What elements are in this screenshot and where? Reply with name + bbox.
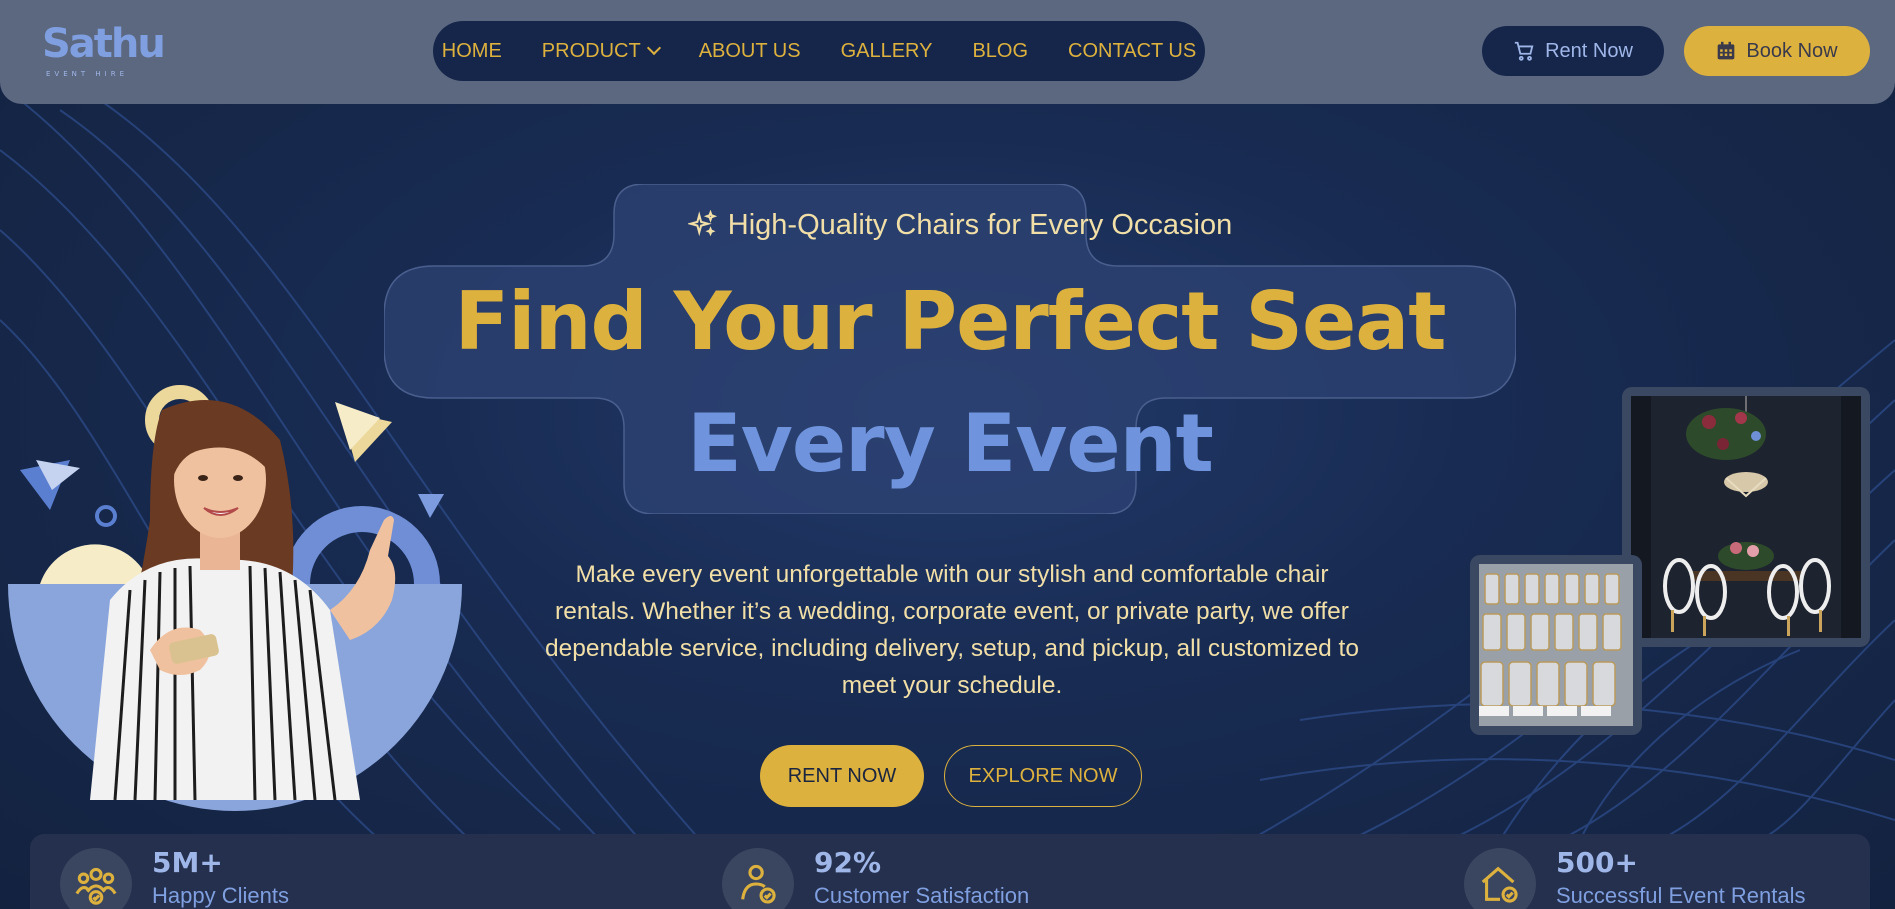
hero-explore-now-button[interactable]: EXPLORE NOW: [944, 745, 1142, 807]
stat-customer-satisfaction-label: Customer Satisfaction: [814, 883, 1030, 908]
stat-customer-satisfaction: 92% Customer Satisfaction: [722, 846, 1030, 909]
main-nav: HOME PRODUCT ABOUT US GALLERY BLOG CONTA…: [433, 21, 1205, 81]
stat-successful-rentals-value: 500+: [1556, 846, 1638, 879]
site-header: Sathu EVENT HIRE HOME PRODUCT ABOUT US G…: [0, 0, 1895, 104]
hero-headline-line2: Every Event: [687, 397, 1214, 490]
users-icon: [60, 848, 132, 909]
chevron-down-icon: [646, 40, 661, 56]
header-book-now-label: Book Now: [1746, 39, 1838, 62]
brand-logo[interactable]: Sathu EVENT HIRE: [42, 21, 166, 82]
gallery-photo-chandelier-table[interactable]: [1622, 387, 1870, 647]
nav-item-home[interactable]: HOME: [442, 40, 502, 63]
header-rent-now-button[interactable]: Rent Now: [1482, 26, 1664, 76]
cart-icon: [1514, 41, 1534, 61]
nav-item-product[interactable]: PRODUCT: [541, 39, 661, 63]
header-book-now-button[interactable]: Book Now: [1684, 26, 1870, 76]
stat-happy-clients-label: Happy Clients: [152, 883, 289, 908]
hero-headline-line1: Find Your Perfect Seat: [454, 275, 1447, 368]
stat-customer-satisfaction-value: 92%: [814, 846, 882, 879]
header-rent-now-label: Rent Now: [1545, 39, 1633, 62]
hero-woman-illustration: [8, 385, 462, 811]
hero-tagline-text: High-Quality Chairs for Every Occasion: [727, 208, 1233, 241]
stat-happy-clients: 5M+ Happy Clients: [60, 846, 289, 909]
hero-rent-now-button[interactable]: RENT NOW: [760, 745, 924, 807]
brand-logo-mark: Sathu: [42, 21, 166, 67]
hero-description: Make every event unforgettable with our …: [545, 561, 1359, 699]
nav-item-product-label: PRODUCT: [541, 39, 641, 62]
stats-bar: 5M+ Happy Clients 92% Customer Satisfact…: [30, 834, 1870, 909]
calendar-icon: [1718, 41, 1735, 60]
photo-chair-rows-image: [1479, 564, 1633, 726]
nav-item-blog[interactable]: BLOG: [972, 40, 1028, 63]
stat-successful-rentals: 500+ Successful Event Rentals: [1464, 846, 1806, 909]
nav-item-gallery[interactable]: GALLERY: [841, 40, 933, 63]
stat-successful-rentals-label: Successful Event Rentals: [1556, 883, 1806, 908]
brand-logo-tagline: EVENT HIRE: [46, 70, 128, 78]
nav-item-about-us[interactable]: ABOUT US: [699, 40, 801, 63]
gallery-photo-chair-rows[interactable]: [1470, 555, 1642, 735]
photo-chandelier-table-image: [1631, 396, 1861, 638]
home-check-icon: [1464, 848, 1536, 909]
stat-happy-clients-value: 5M+: [152, 846, 223, 879]
nav-item-contact-us[interactable]: CONTACT US: [1068, 40, 1196, 63]
sparkles-icon: [687, 210, 717, 237]
hero-tagline: High-Quality Chairs for Every Occasion: [680, 205, 1240, 245]
user-check-icon: [722, 848, 794, 909]
